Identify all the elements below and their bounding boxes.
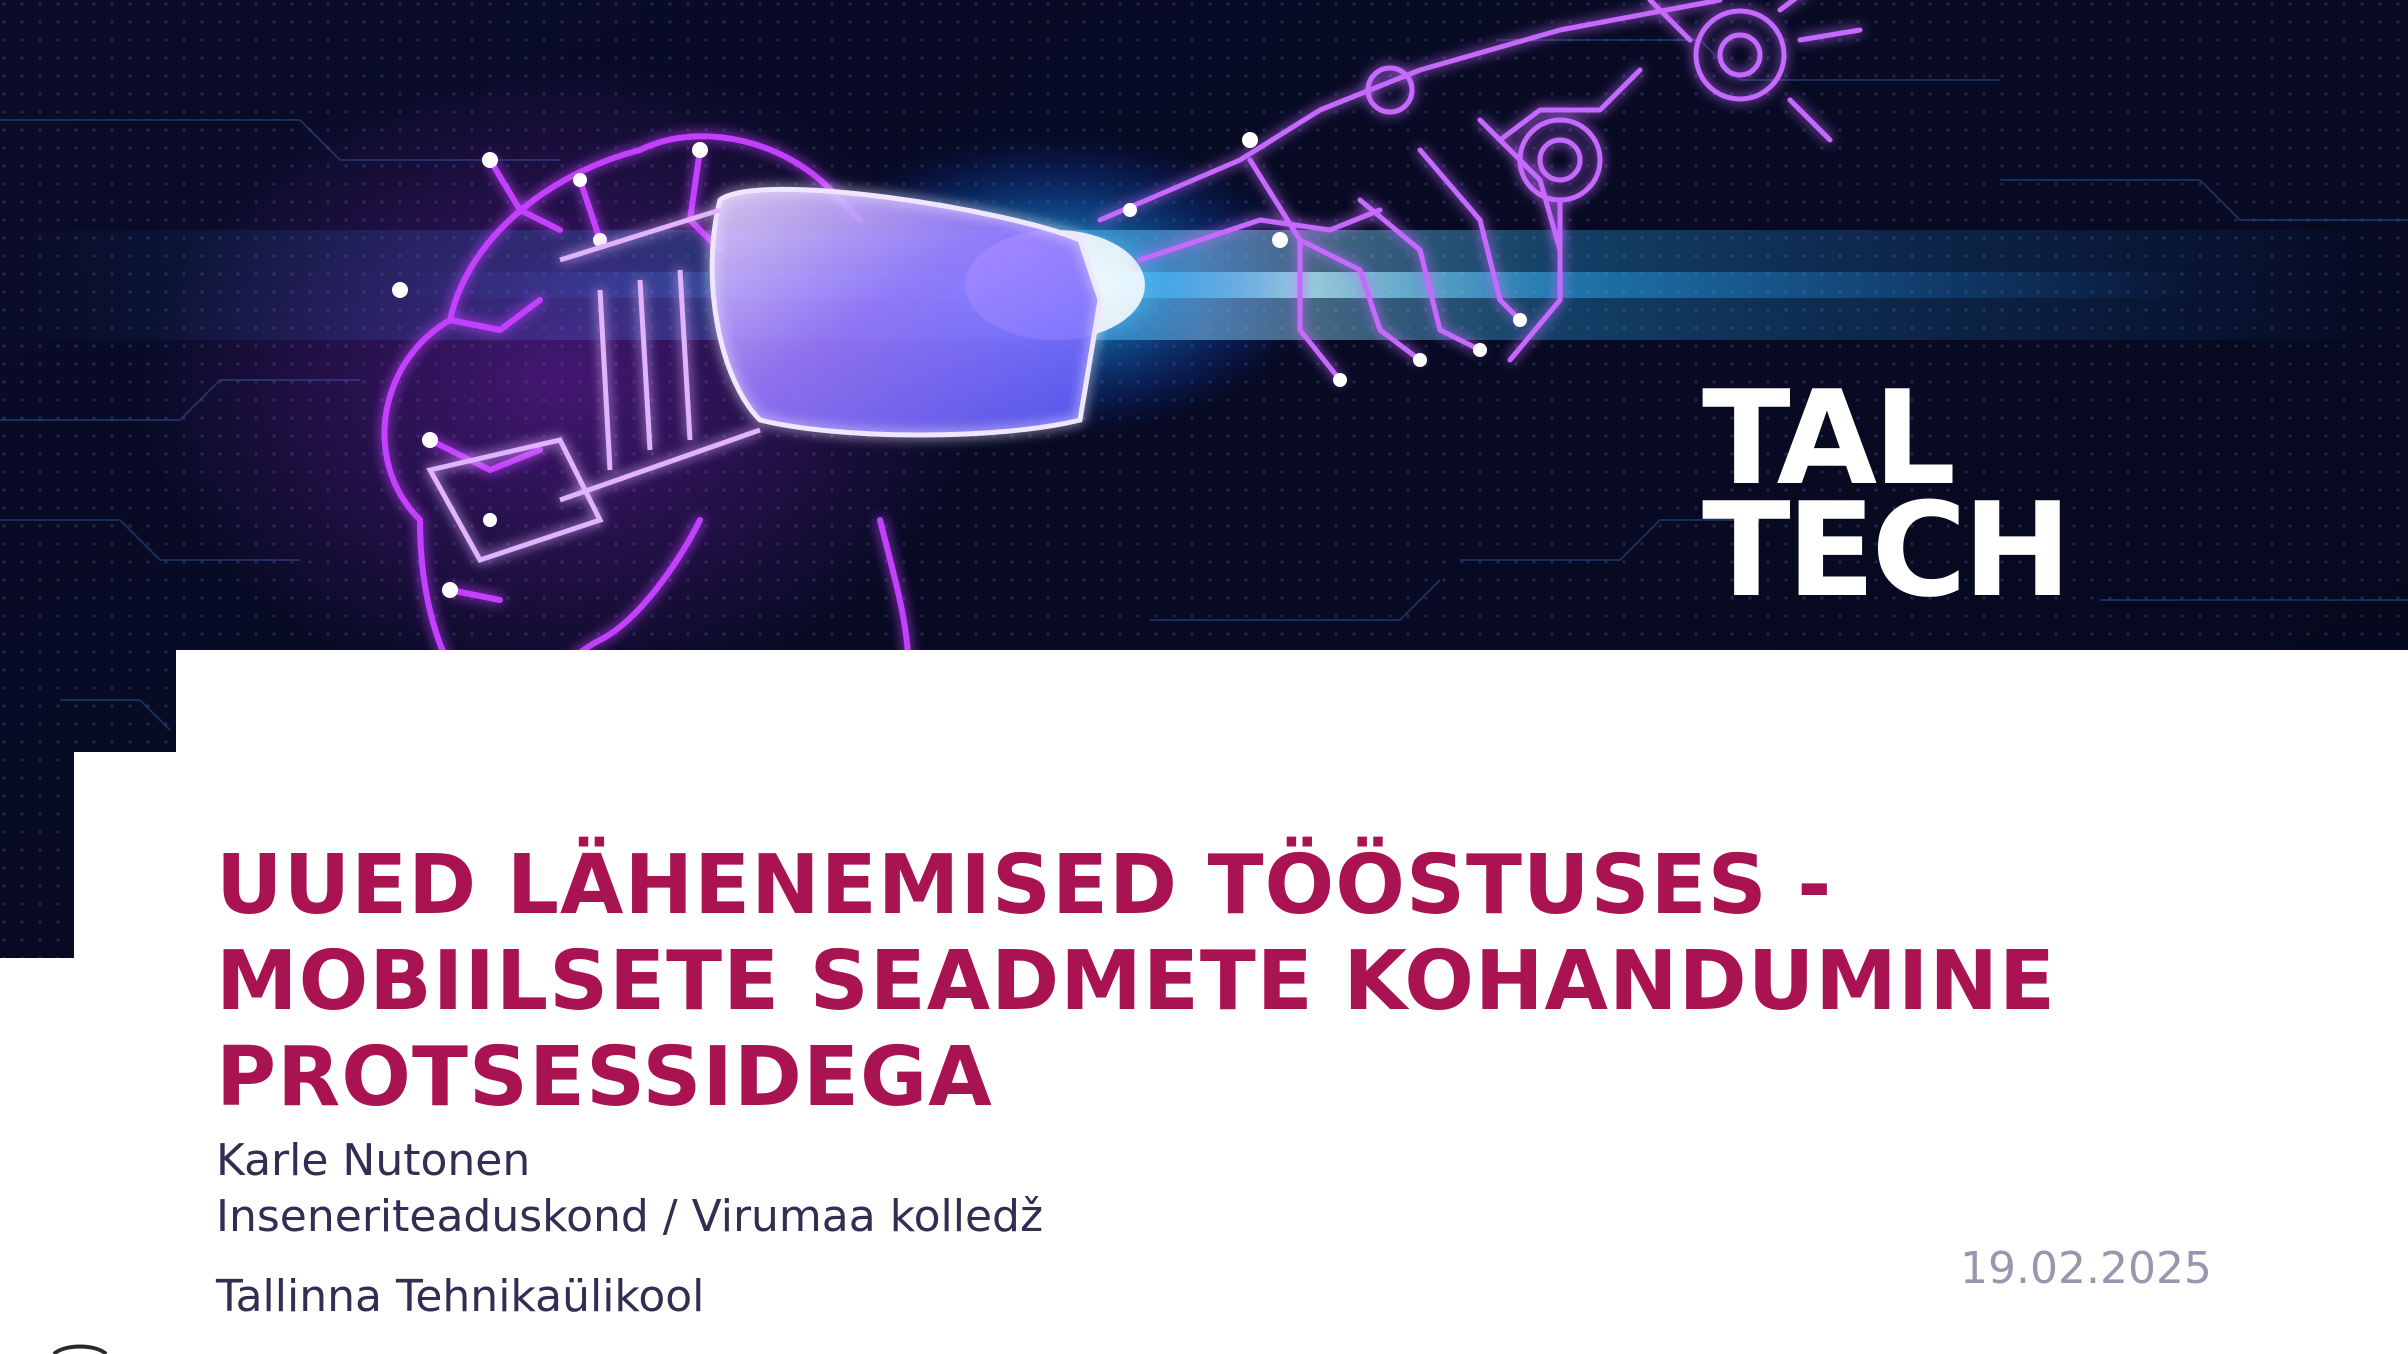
title-line-1: UUED LÄHENEMISED TÖÖSTUSES - (216, 838, 1833, 933)
corner-arc-icon (52, 1344, 108, 1354)
title-line-2: MOBIILSETE SEADMETE KOHANDUMINE (216, 934, 2057, 1029)
taltech-logo: TAL TECH (1702, 373, 2222, 626)
university-name: Tallinna Tehnikaülikool (216, 1271, 705, 1322)
slide-title: UUED LÄHENEMISED TÖÖSTUSES - MOBIILSETE … (216, 838, 2356, 1126)
presentation-date: 19.02.2025 (1960, 1243, 2212, 1294)
faculty-name: Inseneriteaduskond / Virumaa kolledž (216, 1191, 1044, 1242)
title-slide: TAL TECH UUED LÄHENEMISED TÖÖSTUSES - MO… (0, 0, 2408, 1354)
content-panel-corner (0, 958, 100, 1354)
author-name: Karle Nutonen (216, 1135, 531, 1186)
title-line-3: PROTSESSIDEGA (216, 1030, 993, 1125)
logo-line-2: TECH (1702, 474, 2072, 626)
